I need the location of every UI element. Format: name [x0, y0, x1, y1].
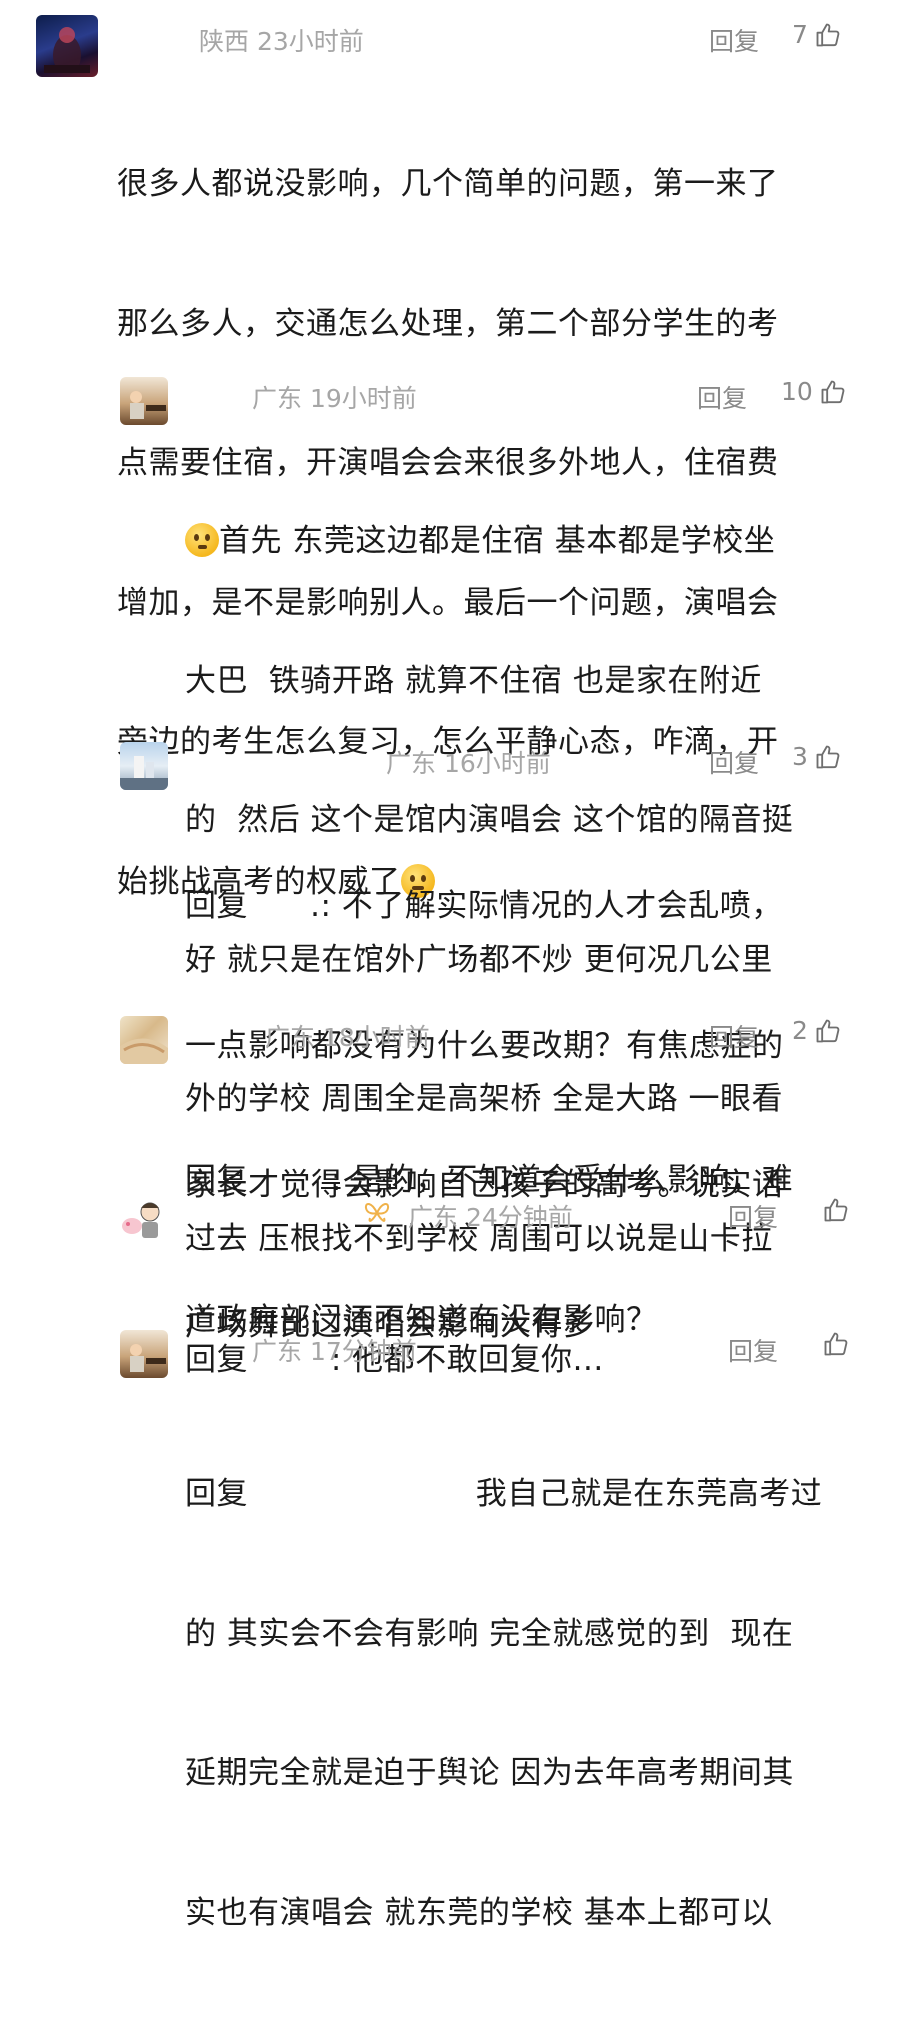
reply-button[interactable]: 回复 [728, 1198, 778, 1234]
comment-meta: 广东 17分钟前 [252, 1337, 417, 1366]
avatar-art [120, 1038, 168, 1064]
avatar-art [122, 1202, 160, 1238]
avatar[interactable] [120, 377, 168, 425]
text-line: 的 其实会不会有影响 完全就感觉的到 现在 [185, 1615, 794, 1652]
thumbs-up-icon [816, 745, 840, 768]
text-line: 大巴 铁骑开路 就算不住宿 也是家在附近 [185, 662, 762, 699]
thinking-face-emoji [185, 523, 219, 557]
like-button[interactable]: 10 [781, 377, 847, 406]
text-span: 首先 东莞这边都是住宿 基本都是学校坐 [219, 523, 776, 559]
thumbs-up-icon [824, 1332, 848, 1356]
reply-button[interactable]: 回复 [697, 379, 747, 415]
like-button[interactable]: 2 [792, 1016, 842, 1045]
like-count: 2 [792, 1016, 808, 1045]
comment-text: 回复 我自己就是在东莞高考过 的 其实会不会有影响 完全就感觉的到 现在 延期完… [185, 1378, 875, 2029]
thumbs-up-icon [816, 23, 840, 46]
avatar-art [130, 391, 166, 419]
text-line: 回复 我自己就是在东莞高考过 [185, 1476, 823, 1512]
text-line: 实也有演唱会 就东莞的学校 基本上都可以 [185, 1894, 773, 1931]
like-button[interactable] [816, 1330, 850, 1358]
thumbs-up-icon [821, 380, 845, 403]
reply-button[interactable]: 回复 [709, 744, 759, 780]
text-line: 回复 .: 不了解实际情况的人才会乱喷， [185, 888, 783, 924]
text-line: 延期完全就是迫于舆论 因为去年高考期间其 [185, 1755, 794, 1791]
comment-meta: 广东 16小时前 [386, 749, 551, 778]
text-line: 很多人都说没影响，几个简单的问题，第一来了 [117, 166, 779, 202]
avatar[interactable] [120, 1016, 168, 1064]
avatar-art [44, 27, 90, 75]
avatar-art [130, 1344, 166, 1372]
avatar[interactable] [120, 742, 168, 790]
like-button[interactable]: 7 [792, 20, 842, 49]
like-button[interactable]: 3 [792, 742, 842, 771]
avatar-art [120, 756, 168, 790]
like-count: 7 [792, 20, 808, 49]
like-button[interactable] [816, 1196, 850, 1224]
butterfly-icon [364, 1203, 390, 1222]
reply-button[interactable]: 回复 [709, 1018, 759, 1054]
like-count: 10 [781, 377, 813, 406]
thumbs-up-icon [824, 1198, 848, 1222]
text-line: 首先 东莞这边都是住宿 基本都是学校坐 [185, 518, 875, 565]
comment-meta: 广东 24分钟前 [408, 1203, 573, 1232]
reply-button[interactable]: 回复 [728, 1332, 778, 1368]
text-line: 那么多人，交通怎么处理，第二个部分学生的考 [117, 305, 779, 342]
thumbs-up-icon [816, 1019, 840, 1042]
avatar[interactable] [36, 15, 98, 77]
avatar[interactable] [120, 1196, 168, 1244]
comment-meta: 广东 18小时前 [265, 1023, 430, 1052]
avatar[interactable] [120, 1330, 168, 1378]
text-line: 回复 : 是的，不知道会受什么影响，难 [185, 1162, 794, 1198]
comment-meta: 广东 19小时前 [252, 384, 417, 413]
like-count: 3 [792, 742, 808, 771]
comment-meta: 陕西 23小时前 [199, 27, 364, 56]
reply-button[interactable]: 回复 [709, 22, 759, 58]
